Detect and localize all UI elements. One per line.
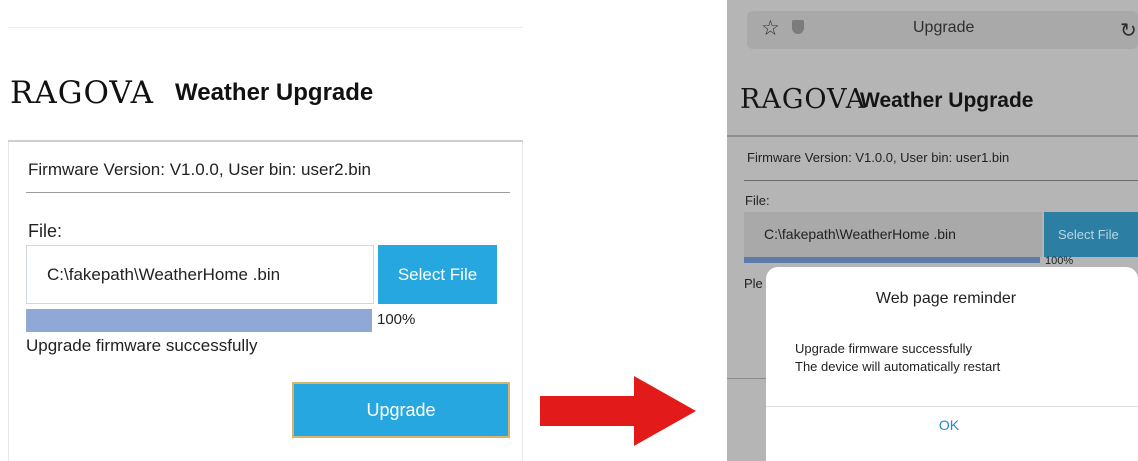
header-divider	[8, 140, 523, 142]
upgrade-progress-bar	[744, 257, 1040, 263]
upgrade-progress-bar	[26, 309, 372, 332]
reminder-dialog: Web page reminder Upgrade firmware succe…	[766, 267, 1138, 461]
firmware-divider	[26, 192, 510, 193]
file-label: File:	[745, 193, 770, 208]
file-path-input[interactable]: C:\fakepath\WeatherHome .bin	[744, 212, 1042, 257]
firmware-divider	[744, 180, 1138, 181]
ok-button[interactable]: OK	[766, 417, 1132, 433]
header-divider	[727, 135, 1138, 137]
top-divider	[8, 27, 523, 28]
page-title: Weather Upgrade	[175, 79, 374, 106]
dialog-divider	[766, 406, 1138, 407]
ragova-logo: RAGOVA	[740, 84, 867, 115]
page-title: Weather Upgrade	[860, 89, 1034, 112]
file-label: File:	[28, 221, 63, 241]
phone-screenshot: ☆ Upgrade ↻ RAGOVA Weather Upgrade Firmw…	[727, 0, 1138, 461]
dialog-message-line2: The device will automatically restart	[795, 359, 1001, 374]
shield-icon	[792, 20, 804, 34]
status-message: Upgrade firmware successfully	[26, 336, 258, 355]
upgrade-button[interactable]: Upgrade	[292, 382, 510, 438]
progress-percent: 100%	[377, 311, 416, 328]
progress-percent: 100%	[1045, 255, 1074, 267]
ragova-logo: RAGOVA	[10, 75, 155, 111]
right-arrow-icon	[540, 376, 696, 446]
select-file-button[interactable]: Select File	[1044, 212, 1138, 257]
file-path-input[interactable]: C:\fakepath\WeatherHome .bin	[26, 245, 374, 304]
panel-border-left	[8, 142, 9, 461]
dialog-title: Web page reminder	[875, 290, 1017, 307]
firmware-info: Firmware Version: V1.0.0, User bin: user…	[28, 160, 371, 179]
reload-icon[interactable]: ↻	[1120, 18, 1137, 43]
dialog-message-line1: Upgrade firmware successfully	[795, 341, 973, 356]
select-file-button[interactable]: Select File	[378, 245, 497, 304]
panel-border-right	[522, 142, 523, 461]
status-message-partial: Ple	[744, 276, 763, 291]
firmware-info: Firmware Version: V1.0.0, User bin: user…	[747, 150, 1010, 165]
star-icon[interactable]: ☆	[761, 16, 780, 41]
browser-page-title: Upgrade	[913, 19, 975, 36]
